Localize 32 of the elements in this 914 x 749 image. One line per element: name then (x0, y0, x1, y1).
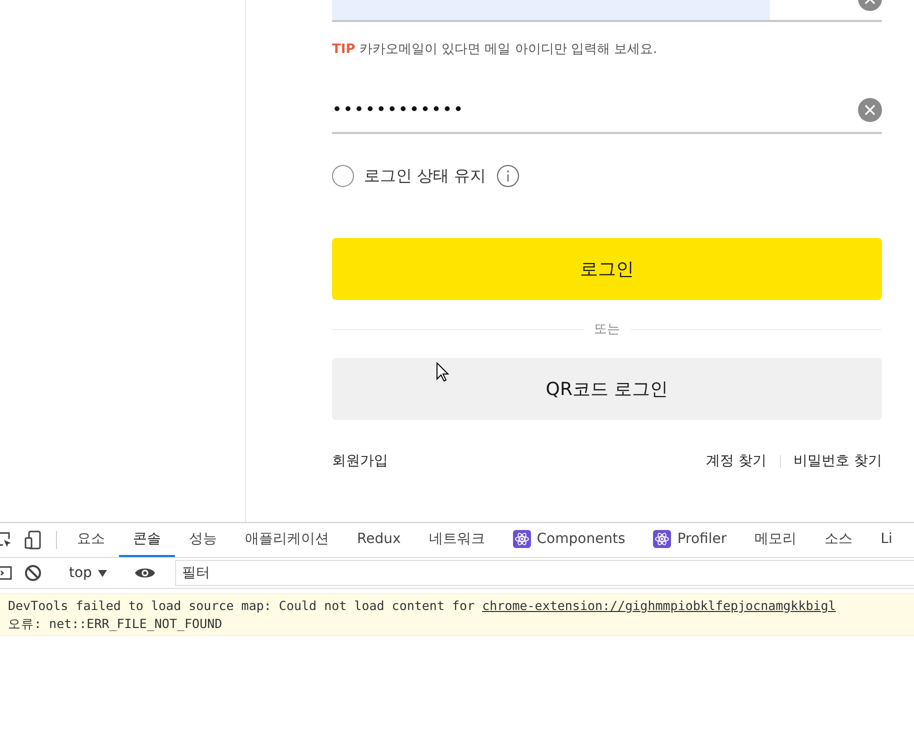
devtools-tab[interactable]: 성능 (175, 523, 231, 557)
devtools-tab[interactable]: 네트워크 (414, 523, 499, 557)
find-password-link[interactable]: 비밀번호 찾기 (794, 452, 882, 470)
find-account-link[interactable]: 계정 찾기 (706, 452, 767, 470)
filter-field[interactable]: 필터 (174, 560, 914, 586)
clear-icon[interactable] (858, 98, 882, 122)
devtools-tab[interactable]: Profiler (639, 523, 741, 557)
context-selector[interactable]: top (61, 565, 115, 581)
devtools-tab[interactable]: 메모리 (740, 523, 811, 557)
devtools-tab[interactable]: Li (866, 523, 906, 557)
react-icon (653, 530, 672, 548)
login-button[interactable]: 로그인 (332, 238, 882, 300)
source-link[interactable]: chrome-extension://gighmmpiobklfepjocnamgkkbigl (482, 598, 836, 613)
keep-login-label: 로그인 상태 유지 (364, 166, 486, 186)
tip-text: TIP 카카오메일이 있다면 메일 아이디만 입력해 보세요. (332, 41, 658, 58)
devtools-tab[interactable]: 애플리케이션 (231, 523, 343, 557)
devtools-tab[interactable]: 소스 (810, 523, 867, 557)
info-icon[interactable] (496, 164, 520, 188)
keep-login-checkbox[interactable] (332, 165, 354, 187)
devtools-tab[interactable]: Components (498, 523, 640, 557)
react-icon (512, 530, 531, 548)
caret-icon (98, 570, 107, 576)
password-field[interactable]: •••••••••••• (332, 100, 632, 120)
devtools-tab[interactable]: 요소 (63, 523, 119, 557)
qr-login-button[interactable]: QR코드 로그인 (332, 358, 882, 420)
devtools-tab[interactable]: 콘솔 (119, 523, 175, 557)
divider-text: 또는 (594, 321, 620, 338)
warning-detail: 오류: net::ERR_FILE_NOT_FOUND (8, 615, 224, 633)
devtools-tab[interactable]: Redux (343, 523, 415, 557)
warning-text: DevTools failed to load source map: Could not load content for chrome-extension://gighmmpiobklfepjocnamgkkbigl (8, 597, 837, 615)
cursor-icon (436, 362, 449, 382)
signup-link[interactable]: 회원가입 (332, 452, 388, 470)
